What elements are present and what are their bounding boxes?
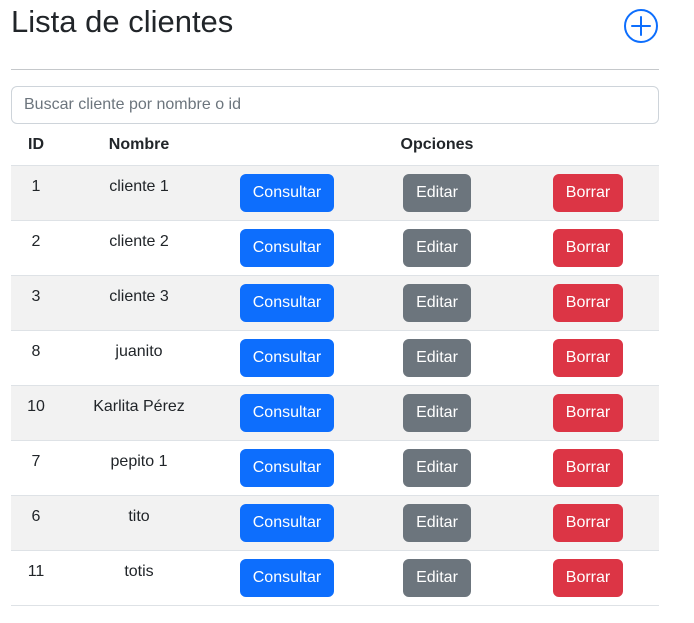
borrar-button[interactable]: Borrar	[552, 393, 624, 432]
cell-nombre: cliente 2	[61, 220, 217, 276]
cell-consultar: Consultar	[217, 550, 357, 606]
cell-consultar: Consultar	[217, 220, 357, 276]
table-row: 7 pepito 1 Consultar Editar Borrar	[11, 440, 659, 496]
add-client-button[interactable]	[623, 8, 659, 44]
table-row: 6 tito Consultar Editar Borrar	[11, 495, 659, 551]
cell-consultar: Consultar	[217, 385, 357, 441]
column-header-id: ID	[11, 125, 61, 166]
consultar-button[interactable]: Consultar	[239, 448, 335, 487]
editar-button[interactable]: Editar	[403, 503, 471, 542]
cell-consultar: Consultar	[217, 330, 357, 386]
cell-borrar: Borrar	[517, 495, 659, 551]
cell-id: 8	[11, 330, 61, 386]
borrar-button[interactable]: Borrar	[552, 338, 624, 377]
cell-nombre: pepito 1	[61, 440, 217, 496]
consultar-button[interactable]: Consultar	[239, 393, 335, 432]
editar-button[interactable]: Editar	[403, 283, 471, 322]
client-list-page: Lista de clientes ID Nombre Opciones	[0, 0, 694, 623]
cell-borrar: Borrar	[517, 550, 659, 606]
cell-editar: Editar	[357, 550, 517, 606]
consultar-button[interactable]: Consultar	[239, 173, 335, 212]
cell-editar: Editar	[357, 220, 517, 276]
table-row: 10 Karlita Pérez Consultar Editar Borrar	[11, 385, 659, 441]
borrar-button[interactable]: Borrar	[552, 173, 624, 212]
table-row: 3 cliente 3 Consultar Editar Borrar	[11, 275, 659, 331]
consultar-button[interactable]: Consultar	[239, 228, 335, 267]
editar-button[interactable]: Editar	[403, 173, 471, 212]
cell-editar: Editar	[357, 165, 517, 221]
consultar-button[interactable]: Consultar	[239, 558, 335, 597]
cell-id: 2	[11, 220, 61, 276]
column-header-nombre: Nombre	[61, 125, 217, 166]
cell-id: 6	[11, 495, 61, 551]
cell-consultar: Consultar	[217, 495, 357, 551]
table-header-row: ID Nombre Opciones	[11, 125, 659, 166]
editar-button[interactable]: Editar	[403, 558, 471, 597]
borrar-button[interactable]: Borrar	[552, 228, 624, 267]
cell-editar: Editar	[357, 495, 517, 551]
plus-circle-icon	[624, 9, 658, 43]
table-row: 11 totis Consultar Editar Borrar	[11, 550, 659, 606]
header-divider	[11, 69, 659, 70]
consultar-button[interactable]: Consultar	[239, 338, 335, 377]
cell-consultar: Consultar	[217, 440, 357, 496]
column-header-spacer	[517, 125, 659, 166]
table-row: 8 juanito Consultar Editar Borrar	[11, 330, 659, 386]
column-header-opciones: Opciones	[357, 125, 517, 166]
cell-nombre: totis	[61, 550, 217, 606]
consultar-button[interactable]: Consultar	[239, 283, 335, 322]
page-title: Lista de clientes	[11, 4, 234, 39]
cell-id: 7	[11, 440, 61, 496]
cell-borrar: Borrar	[517, 440, 659, 496]
consultar-button[interactable]: Consultar	[239, 503, 335, 542]
cell-borrar: Borrar	[517, 275, 659, 331]
cell-borrar: Borrar	[517, 220, 659, 276]
borrar-button[interactable]: Borrar	[552, 283, 624, 322]
column-header-spacer	[217, 125, 357, 166]
cell-nombre: Karlita Pérez	[61, 385, 217, 441]
cell-id: 10	[11, 385, 61, 441]
clients-table-body: 1 cliente 1 Consultar Editar Borrar 2 cliente …	[11, 165, 659, 606]
cell-nombre: cliente 3	[61, 275, 217, 331]
cell-id: 11	[11, 550, 61, 606]
cell-nombre: tito	[61, 495, 217, 551]
search-input[interactable]	[11, 86, 659, 124]
editar-button[interactable]: Editar	[403, 448, 471, 487]
cell-borrar: Borrar	[517, 165, 659, 221]
clients-table: ID Nombre Opciones 1 cliente 1 Consultar Ed…	[11, 125, 659, 606]
cell-nombre: cliente 1	[61, 165, 217, 221]
cell-editar: Editar	[357, 385, 517, 441]
cell-editar: Editar	[357, 275, 517, 331]
borrar-button[interactable]: Borrar	[552, 503, 624, 542]
cell-id: 1	[11, 165, 61, 221]
editar-button[interactable]: Editar	[403, 338, 471, 377]
cell-id: 3	[11, 275, 61, 331]
cell-borrar: Borrar	[517, 330, 659, 386]
editar-button[interactable]: Editar	[403, 393, 471, 432]
cell-consultar: Consultar	[217, 275, 357, 331]
cell-nombre: juanito	[61, 330, 217, 386]
cell-consultar: Consultar	[217, 165, 357, 221]
borrar-button[interactable]: Borrar	[552, 558, 624, 597]
table-row: 2 cliente 2 Consultar Editar Borrar	[11, 220, 659, 276]
editar-button[interactable]: Editar	[403, 228, 471, 267]
cell-editar: Editar	[357, 330, 517, 386]
borrar-button[interactable]: Borrar	[552, 448, 624, 487]
table-row: 1 cliente 1 Consultar Editar Borrar	[11, 165, 659, 221]
cell-editar: Editar	[357, 440, 517, 496]
cell-borrar: Borrar	[517, 385, 659, 441]
